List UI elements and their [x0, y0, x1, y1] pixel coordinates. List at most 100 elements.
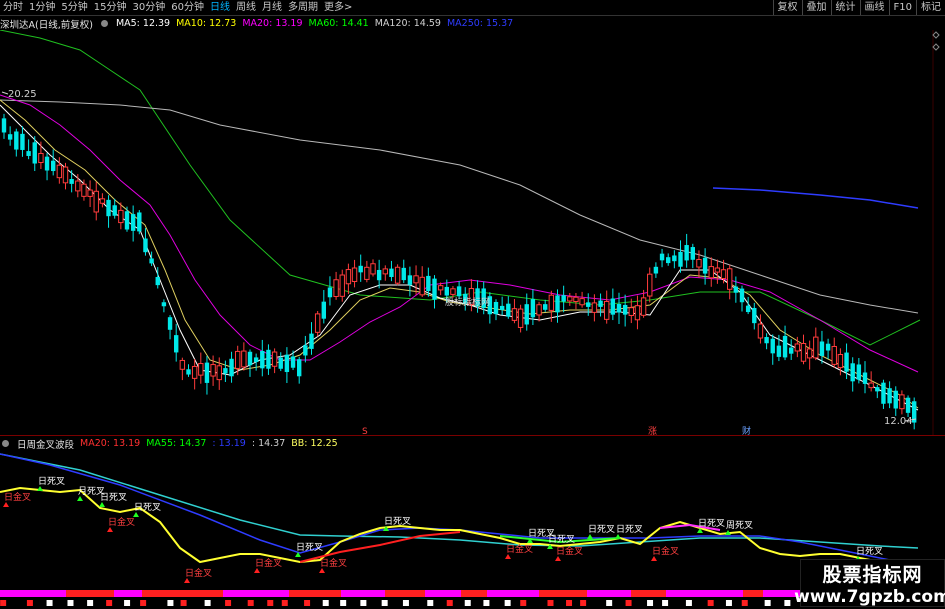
candle-body	[678, 251, 683, 267]
stock-title: 深圳达A(日线,前复权)	[0, 19, 93, 31]
candle-body	[506, 303, 511, 317]
period-tab-5[interactable]: 60分钟	[168, 0, 207, 15]
candle-body	[604, 300, 610, 320]
legend-item-2: MA20: 13.19	[242, 18, 303, 29]
candle-body	[376, 269, 382, 281]
candle-body	[93, 190, 99, 213]
state-bar-top	[412, 590, 425, 597]
candle-body	[351, 267, 358, 283]
candle-body	[7, 134, 13, 140]
candle-body	[247, 351, 253, 366]
candle-body	[456, 286, 462, 297]
candle-body	[517, 308, 524, 328]
candle-body	[75, 180, 81, 192]
candle-body	[394, 266, 401, 284]
state-bar-top	[0, 590, 29, 597]
toolbar-button-5[interactable]: 标记	[916, 0, 945, 15]
toolbar-button-0[interactable]: 复权	[772, 0, 802, 15]
period-tab-4[interactable]: 30分钟	[129, 0, 168, 15]
candle-body	[44, 156, 50, 171]
candle-body	[364, 266, 370, 280]
period-tab-7[interactable]: 周线	[233, 0, 259, 15]
state-bar-top	[349, 590, 373, 597]
candle-body	[739, 288, 745, 303]
candle-body	[303, 345, 308, 356]
signal-label-3: 日死叉	[100, 492, 127, 503]
candle-body	[106, 199, 111, 217]
state-block	[140, 600, 147, 606]
candle-body	[87, 189, 93, 197]
ma-values: MA5: 12.39 MA10: 12.73 MA20: 13.19 MA60: 14…	[116, 18, 513, 29]
candle-body	[666, 257, 671, 264]
candlestick-chart[interactable]: 20.25 12.04 股标指标网 S 涨 财	[0, 30, 945, 435]
period-tab-10[interactable]: 更多>	[321, 0, 355, 15]
candle-body	[204, 362, 210, 383]
candle-body	[850, 363, 855, 382]
period-tabs: 分时 1分钟 5分钟 15分钟 30分钟 60分钟 日线 周线 月线 多周期 更多>	[0, 0, 355, 15]
candle-body	[881, 382, 886, 404]
state-block	[764, 600, 771, 606]
toolbar-button-3[interactable]: 画线	[859, 0, 889, 15]
state-block	[225, 600, 232, 606]
candle-body	[647, 273, 653, 297]
signal-label-13: 日死叉	[548, 534, 575, 545]
period-tab-6[interactable]: 日线	[207, 0, 233, 15]
candle-body	[782, 335, 788, 358]
state-block	[707, 600, 714, 606]
candle-body	[511, 308, 518, 321]
candle-body	[591, 302, 598, 313]
state-block	[247, 600, 254, 606]
candle-body	[875, 387, 880, 392]
candle-body	[179, 359, 186, 370]
candle-body	[764, 337, 769, 344]
legend-item-2: : 13.19	[212, 438, 246, 449]
pane-divider[interactable]	[0, 435, 945, 436]
candle-body	[634, 305, 641, 321]
settings-dot-icon[interactable]	[2, 440, 9, 447]
signal-label-0: 日金叉	[4, 491, 31, 503]
toolbar-button-4[interactable]: F10	[888, 0, 916, 15]
candle-body	[800, 342, 807, 362]
candle-body	[345, 269, 352, 285]
state-bar-top	[306, 590, 341, 597]
main-legend: 深圳达A(日线,前复权) MA5: 12.39 MA10: 12.73 MA20: …	[0, 17, 513, 31]
candle-body	[432, 278, 437, 300]
state-block	[427, 600, 434, 606]
period-tab-0[interactable]: 分时	[0, 0, 26, 15]
toolbar-button-2[interactable]: 统计	[830, 0, 860, 15]
state-block	[741, 600, 748, 606]
period-tab-2[interactable]: 5分钟	[58, 0, 90, 15]
watermark-url: www.7gpzb.com	[794, 586, 945, 607]
state-block	[784, 600, 791, 606]
candle-body	[708, 266, 714, 279]
settings-dot-icon[interactable]	[100, 20, 108, 27]
candle-body	[856, 364, 862, 380]
state-bar-top	[513, 590, 539, 597]
candle-body	[297, 359, 302, 377]
state-bar-top	[666, 590, 698, 597]
period-tab-3[interactable]: 15分钟	[91, 0, 130, 15]
candle-body	[444, 286, 449, 296]
candle-body	[143, 238, 148, 253]
candle-body	[99, 198, 106, 204]
period-tab-1[interactable]: 1分钟	[26, 0, 58, 15]
period-tab-9[interactable]: 多周期	[285, 0, 321, 15]
candle-body	[130, 214, 136, 231]
state-block	[520, 600, 527, 606]
state-bar-top	[385, 590, 412, 597]
toolbar-button-1[interactable]: 叠加	[801, 0, 831, 15]
legend-item-3: : 14.37	[251, 438, 286, 449]
candle-body	[191, 365, 198, 379]
candle-body	[266, 349, 271, 369]
period-tab-8[interactable]: 月线	[259, 0, 285, 15]
state-block	[281, 600, 288, 606]
state-block	[504, 600, 511, 606]
state-bar-top	[743, 590, 763, 597]
state-bar-top	[66, 590, 103, 597]
state-bar-top	[103, 590, 114, 597]
state-bar-top	[205, 590, 223, 597]
candle-body	[493, 301, 499, 315]
legend-item-1: MA10: 12.73	[176, 18, 237, 29]
event-marker-0: S	[362, 427, 368, 435]
state-block	[267, 600, 274, 606]
